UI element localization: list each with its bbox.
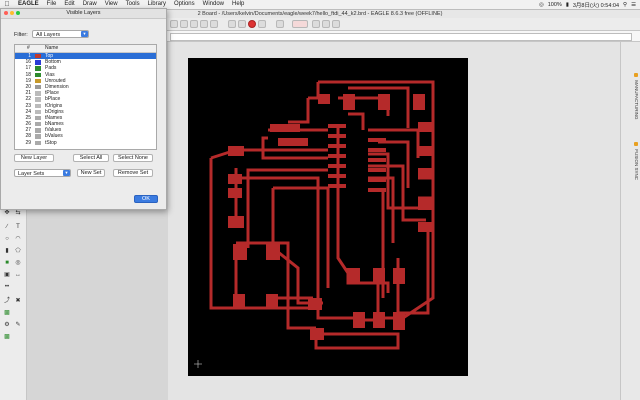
layer-sets-value: Layer Sets [18, 171, 45, 177]
cam-icon[interactable] [332, 20, 340, 28]
clock[interactable]: 3月8日(火) 0:54:04 [573, 1, 619, 9]
arc-tool-icon[interactable]: ◠ [14, 235, 22, 243]
mark-tool-icon[interactable]: •• [3, 283, 11, 291]
filter-select-value: All Layers [36, 32, 61, 38]
chevron-down-icon: ▼ [81, 31, 88, 37]
menu-options[interactable]: Options [170, 0, 199, 9]
dialog-title: Visible Layers [66, 10, 101, 16]
select-none-button[interactable]: Select None [113, 154, 153, 162]
mirror-tool-icon[interactable]: ⇆ [14, 209, 22, 217]
apple-menu-icon[interactable]:  [0, 1, 14, 8]
layer-color-swatch [35, 115, 41, 121]
undo-icon[interactable] [228, 20, 236, 28]
dialog-titlebar: Visible Layers [1, 9, 166, 19]
autorouter-icon[interactable]: ▩ [3, 309, 11, 317]
search-icon[interactable]: ⚲ [623, 2, 627, 8]
visible-layers-dialog: Visible Layers Filter: All Layers ▼ # Na… [0, 8, 167, 210]
remove-set-button[interactable]: Remove Set [113, 169, 153, 177]
layer-color-swatch [35, 128, 41, 133]
ripup-tool-icon[interactable]: ✖ [14, 297, 22, 305]
tool-palette: ✥ ⇆ ∕ T ○ ◠ ▮ ⬠ ■ ◎ ▣ ↔ •• ⤴ ✖ ▩ ⚙ ✎ ▩ [0, 205, 27, 400]
layer-color-swatch [35, 84, 41, 90]
stop-icon[interactable] [248, 20, 256, 28]
maximize-icon[interactable] [16, 11, 20, 15]
manufacturing-icon [634, 72, 638, 77]
dimension-tool-icon[interactable]: ↔ [14, 271, 22, 279]
rect-tool-icon[interactable]: ▮ [3, 247, 11, 255]
layer-list[interactable]: # Name 1 Top 16 Bottom 17 Pads 18 Vias 19 Unroute… [14, 44, 157, 150]
layer-rows: 1 Top 16 Bottom 17 Pads 18 Vias 19 Unrouted 20 Dime… [15, 53, 156, 146]
layer-list-header: # Name [15, 45, 156, 53]
zoom-select-icon[interactable] [210, 20, 218, 28]
hole-tool-icon[interactable]: ◎ [14, 259, 22, 267]
tab-fusion-sync[interactable]: FUSION SYNC [623, 126, 639, 196]
menu-help[interactable]: Help [228, 0, 248, 9]
layer-color-swatch [35, 60, 41, 65]
pcb-board[interactable] [188, 58, 468, 376]
minimize-icon[interactable] [10, 11, 14, 15]
ratsnest-tool-icon[interactable]: ⚙ [3, 321, 11, 329]
new-layer-button[interactable]: New Layer [14, 154, 54, 162]
layer-color-swatch [35, 91, 41, 96]
new-set-button[interactable]: New Set [77, 169, 105, 177]
zoom-redraw-icon[interactable] [200, 20, 208, 28]
zoom-fit-icon[interactable] [170, 20, 178, 28]
help-icon[interactable] [276, 20, 284, 28]
go-icon[interactable] [258, 20, 266, 28]
window-controls [4, 11, 20, 15]
optimize-tool-icon[interactable]: ✎ [14, 321, 22, 329]
layer-color-swatch [35, 97, 41, 102]
layer-color-swatch [35, 103, 41, 108]
fusion-sync-icon [634, 141, 638, 146]
layer-color-swatch [35, 122, 41, 127]
wifi-icon[interactable]: ◎ [539, 2, 544, 8]
right-side-panel: MANUFACTURING FUSION SYNC [620, 42, 640, 400]
redo-icon[interactable] [238, 20, 246, 28]
erc-icon[interactable] [322, 20, 330, 28]
header-num[interactable]: # [27, 45, 30, 52]
command-input[interactable] [170, 33, 632, 41]
filter-select[interactable]: All Layers ▼ [32, 30, 89, 38]
polygon-tool-icon[interactable]: ⬠ [14, 247, 22, 255]
layer-name: tStop [45, 139, 57, 146]
layer-color-swatch [35, 134, 41, 139]
origin-cross [194, 360, 202, 368]
tab-manufacturing[interactable]: MANUFACTURING [623, 56, 639, 136]
text-tool-icon[interactable]: T [14, 223, 22, 231]
move-tool-icon[interactable]: ✥ [3, 209, 11, 217]
layer-sets-select[interactable]: Layer Sets ▼ [14, 169, 71, 177]
status-area: ◎ 100% ▮ 3月8日(火) 0:54:04 ⚲ ☰ [539, 1, 640, 9]
layer-color-swatch [35, 72, 41, 77]
drc-icon[interactable] [312, 20, 320, 28]
tab-fusion-sync-label: FUSION SYNC [634, 149, 639, 181]
drc-tool-icon[interactable]: ▩ [3, 333, 11, 341]
filter-label: Filter: [14, 32, 28, 38]
pcb-traces [194, 80, 435, 368]
layer-number: 29 [25, 139, 31, 146]
battery-icon[interactable]: ▮ [566, 2, 569, 8]
zoom-out-icon[interactable] [190, 20, 198, 28]
circle-tool-icon[interactable]: ○ [3, 235, 11, 243]
menu-window[interactable]: Window [199, 0, 228, 9]
chevron-down-icon: ▼ [63, 170, 70, 176]
menu-list-icon[interactable]: ☰ [631, 2, 636, 8]
via-tool-icon[interactable]: ■ [3, 259, 11, 267]
line-tool-icon[interactable]: ∕ [3, 223, 11, 231]
zoom-in-icon[interactable] [180, 20, 188, 28]
layer-color-swatch [35, 109, 41, 115]
attribute-tool-icon[interactable]: ▣ [3, 271, 11, 279]
fusion-logo-icon[interactable] [292, 20, 308, 28]
layer-row[interactable]: 29 tStop [15, 140, 156, 146]
layer-color-swatch [35, 54, 41, 59]
layer-color-swatch [35, 66, 41, 71]
layer-color-swatch [35, 78, 41, 84]
select-all-button[interactable]: Select All [73, 154, 109, 162]
tab-manufacturing-label: MANUFACTURING [634, 80, 639, 120]
layer-color-swatch [35, 140, 41, 146]
battery-percent: 100% [547, 1, 562, 8]
header-name[interactable]: Name [45, 45, 58, 52]
close-icon[interactable] [4, 11, 8, 15]
route-tool-icon[interactable]: ⤴ [3, 297, 11, 305]
ok-button[interactable]: OK [134, 195, 158, 203]
